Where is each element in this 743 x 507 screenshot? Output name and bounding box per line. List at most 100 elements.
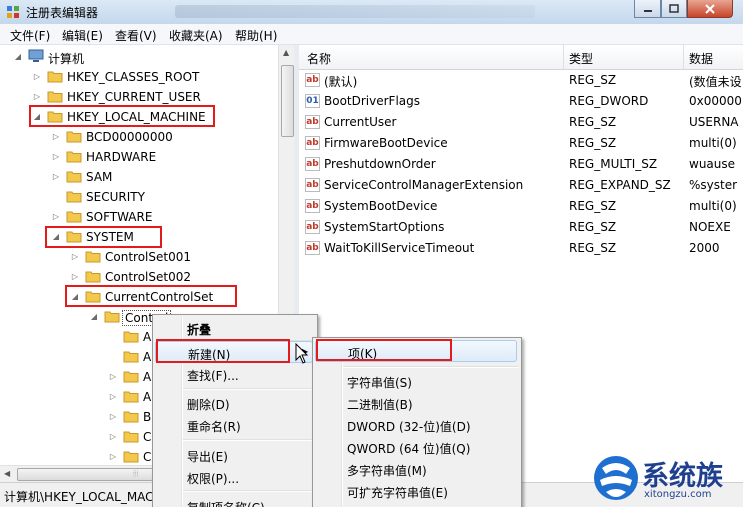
column-divider[interactable] xyxy=(563,45,564,69)
expand-icon[interactable]: ▷ xyxy=(109,392,117,402)
menu-file[interactable]: 文件(F) xyxy=(10,27,50,44)
expand-icon[interactable]: ▷ xyxy=(109,432,117,442)
value-data: multi(0) xyxy=(689,199,737,213)
scroll-thumb[interactable] xyxy=(17,468,169,481)
folder-icon xyxy=(66,131,82,143)
tree-node-label: C xyxy=(143,430,152,444)
value-data: 0x00000 xyxy=(689,94,742,108)
tree-node-label: HKEY_CLASSES_ROOT xyxy=(67,70,200,84)
value-name: SystemStartOptions xyxy=(324,220,445,234)
value-type: REG_SZ xyxy=(569,136,617,150)
column-data[interactable]: 数据 xyxy=(689,50,713,67)
string-value-icon: ab xyxy=(305,178,320,192)
tree-node-label: HARDWARE xyxy=(86,150,157,164)
menu-edit[interactable]: 编辑(E) xyxy=(62,27,103,44)
menu-item-dword-value[interactable]: DWORD (32-位)值(D) xyxy=(315,414,517,436)
expand-icon[interactable]: ▷ xyxy=(52,212,60,222)
column-type[interactable]: 类型 xyxy=(569,50,593,67)
scroll-left-icon[interactable]: ◀ xyxy=(4,469,10,478)
folder-open-icon xyxy=(104,311,120,323)
list-header: 名称 类型 数据 xyxy=(299,45,743,70)
binary-value-icon: 01 xyxy=(305,94,320,108)
menu-item-label: 可扩充字符串值(E) xyxy=(347,486,448,500)
tree-node-label: C xyxy=(143,450,152,464)
menu-item-multi-string-value[interactable]: 多字符串值(M) xyxy=(315,458,517,480)
folder-icon xyxy=(66,211,82,223)
menu-item-collapse[interactable]: 折叠 xyxy=(155,317,313,339)
value-row[interactable]: 01 BootDriverFlags REG_DWORD 0x00000 xyxy=(299,91,743,112)
menu-separator xyxy=(183,439,315,441)
menu-item-find[interactable]: 查找(F)... xyxy=(155,363,313,385)
maximize-button[interactable] xyxy=(661,0,687,18)
value-row[interactable]: ab ServiceControlManagerExtension REG_EX… xyxy=(299,175,743,196)
mouse-cursor-icon xyxy=(295,343,309,364)
folder-icon xyxy=(85,271,101,283)
menu-help[interactable]: 帮助(H) xyxy=(235,27,277,44)
expand-icon[interactable]: ▷ xyxy=(109,412,117,422)
menu-item-label: 复制项名称(C) xyxy=(187,499,265,507)
column-divider[interactable] xyxy=(683,45,684,69)
value-type: REG_DWORD xyxy=(569,94,649,108)
expand-icon[interactable]: ▷ xyxy=(71,252,79,262)
menu-item-label: 二进制值(B) xyxy=(347,398,413,412)
tree-node-label: 计算机 xyxy=(48,52,85,66)
minimize-icon xyxy=(643,9,652,12)
menu-item-expandable-string-value[interactable]: 可扩充字符串值(E) xyxy=(315,480,517,502)
folder-icon xyxy=(66,171,82,183)
value-row[interactable]: ab SystemStartOptions REG_SZ NOEXE xyxy=(299,217,743,238)
minimize-button[interactable] xyxy=(634,0,661,18)
expand-icon[interactable]: ▷ xyxy=(71,272,79,282)
grip-icon: ⦙⦙⦙ xyxy=(133,469,139,478)
value-data: multi(0) xyxy=(689,136,737,150)
value-row[interactable]: ab SystemBootDevice REG_SZ multi(0) xyxy=(299,196,743,217)
menu-item-string-value[interactable]: 字符串值(S) xyxy=(315,370,517,392)
string-value-icon: ab xyxy=(305,157,320,171)
scroll-up-icon[interactable]: ▲ xyxy=(283,48,289,57)
menu-item-label: QWORD (64 位)值(Q) xyxy=(347,442,471,456)
string-value-icon: ab xyxy=(305,199,320,213)
folder-icon xyxy=(85,251,101,263)
scroll-thumb[interactable] xyxy=(281,65,294,137)
menu-item-label: DWORD (32-位)值(D) xyxy=(347,420,471,434)
tree-node-label: ControlSet001 xyxy=(105,250,191,264)
menu-item-permissions[interactable]: 权限(P)... xyxy=(155,466,313,488)
close-button[interactable] xyxy=(687,0,733,18)
menu-item-export[interactable]: 导出(E) xyxy=(155,444,313,466)
column-name[interactable]: 名称 xyxy=(307,50,331,67)
menu-item-delete[interactable]: 删除(D) xyxy=(155,392,313,414)
value-row[interactable]: ab CurrentUser REG_SZ USERNA xyxy=(299,112,743,133)
folder-icon xyxy=(123,391,139,403)
menu-favorites[interactable]: 收藏夹(A) xyxy=(169,27,223,44)
expand-icon[interactable]: ▷ xyxy=(109,452,117,462)
string-value-icon: ab xyxy=(305,115,320,129)
status-path: 计算机\HKEY_LOCAL_MAC xyxy=(4,490,154,504)
highlight-system xyxy=(45,226,162,248)
menu-item-copy-key-name[interactable]: 复制项名称(C) xyxy=(155,495,313,507)
expand-icon[interactable]: ▷ xyxy=(33,72,41,82)
menu-view[interactable]: 查看(V) xyxy=(115,27,157,44)
value-name: CurrentUser xyxy=(324,115,397,129)
value-row[interactable]: ab WaitToKillServiceTimeout REG_SZ 2000 xyxy=(299,238,743,259)
expand-icon[interactable]: ▷ xyxy=(52,172,60,182)
tree-node-label: BCD00000000 xyxy=(86,130,173,144)
value-data: USERNA xyxy=(689,115,739,129)
expand-icon[interactable]: ▷ xyxy=(33,92,41,102)
collapse-icon[interactable]: ◢ xyxy=(14,52,22,62)
value-data: %syster xyxy=(689,178,738,192)
highlight-new xyxy=(156,339,290,363)
value-row[interactable]: ab (默认) REG_SZ (数值未设 xyxy=(299,70,743,91)
expand-icon[interactable]: ▷ xyxy=(109,372,117,382)
value-row[interactable]: ab PreshutdownOrder REG_MULTI_SZ wuause xyxy=(299,154,743,175)
value-name: (默认) xyxy=(324,75,358,89)
folder-icon xyxy=(123,451,139,463)
string-value-icon: ab xyxy=(305,136,320,150)
menu-item-qword-value[interactable]: QWORD (64 位)值(Q) xyxy=(315,436,517,458)
menu-item-rename[interactable]: 重命名(R) xyxy=(155,414,313,436)
value-row[interactable]: ab FirmwareBootDevice REG_SZ multi(0) xyxy=(299,133,743,154)
expand-icon[interactable]: ▷ xyxy=(52,152,60,162)
expand-icon[interactable]: ▷ xyxy=(52,132,60,142)
menu-separator xyxy=(343,366,519,368)
collapse-icon[interactable]: ◢ xyxy=(90,312,98,322)
menu-item-binary-value[interactable]: 二进制值(B) xyxy=(315,392,517,414)
highlight-currentcontrolset xyxy=(65,285,237,307)
